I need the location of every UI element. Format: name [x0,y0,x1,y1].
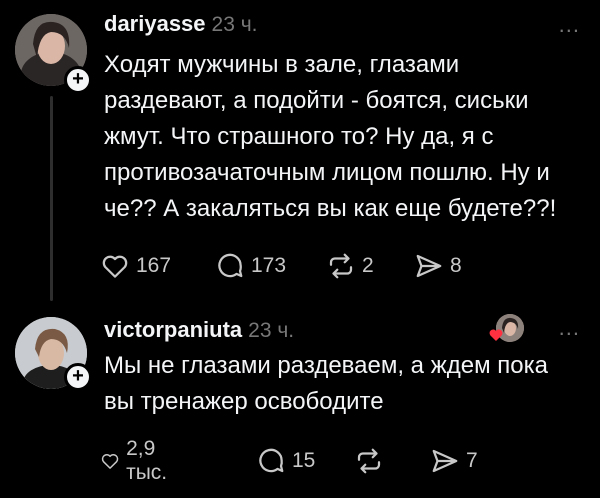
like-count: 167 [136,254,172,277]
repost-button[interactable]: 2 [326,246,374,286]
follow-plus-icon[interactable]: + [64,66,92,94]
username[interactable]: dariyasse 23 ч. [104,11,258,37]
heart-icon [101,454,119,469]
follow-plus-icon[interactable]: + [64,363,92,391]
like-count: 2,9 тыс. [126,437,168,484]
comment-icon [218,253,243,278]
share-count: 8 [450,254,462,277]
share-icon [416,254,442,278]
thread-post: + dariyasse 23 ч. ... Ходят мужчины в зал… [0,0,600,301]
comment-button[interactable]: 15 [256,441,315,481]
comment-icon [259,448,284,473]
thread-line [50,96,53,301]
reply-post: + victorpaniuta 23 ч. ... Мы не глазами р… [0,300,600,498]
timestamp: 23 ч. [211,13,258,36]
repost-button[interactable] [354,441,390,481]
timestamp: 23 ч. [248,319,295,342]
share-count: 7 [466,449,478,472]
more-icon[interactable]: ... [559,12,580,38]
comment-count: 15 [292,449,316,472]
heart-icon [102,255,128,278]
comment-button[interactable]: 173 [215,246,286,286]
like-button[interactable]: 2,9 тыс. [100,437,177,484]
heart-icon [489,329,503,341]
share-button[interactable]: 8 [414,246,462,286]
post-text: Мы не глазами раздеваем, а ждем пока вы … [104,352,548,415]
share-button[interactable]: 7 [430,441,478,481]
share-icon [432,449,458,473]
username[interactable]: victorpaniuta 23 ч. [104,317,294,343]
like-button[interactable]: 167 [100,246,171,286]
comment-count: 173 [251,254,287,277]
repost-count: 2 [362,254,374,277]
post-text: Ходят мужчины в зале, глазами раздевают,… [104,51,557,222]
more-icon[interactable]: ... [559,315,580,341]
repost-icon [329,253,353,279]
repost-icon [357,448,381,474]
